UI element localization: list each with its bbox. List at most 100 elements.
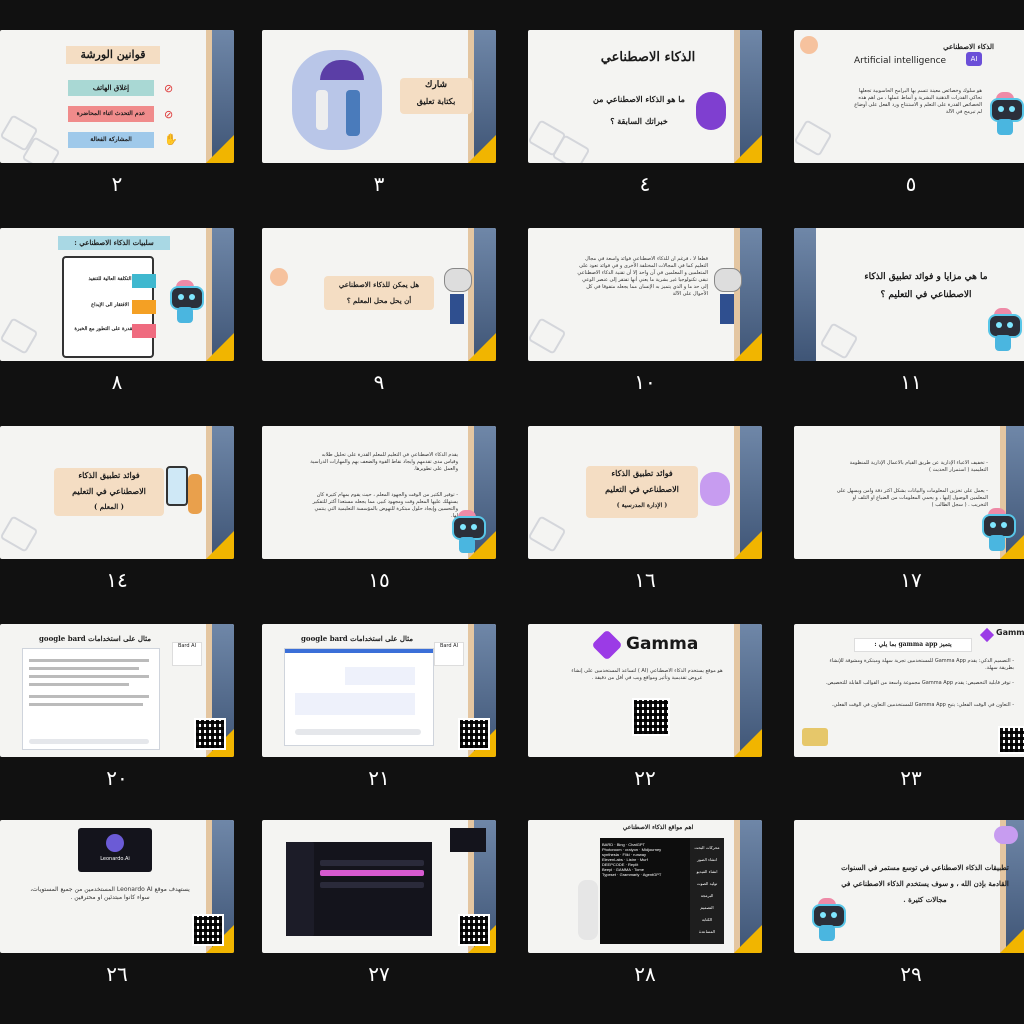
umbrella-icon — [320, 60, 364, 80]
bard-screenshot — [284, 648, 434, 746]
slide-canvas[interactable] — [262, 820, 496, 953]
slide-thumb-2[interactable]: قوانين الورشة إغلاق الهاتف عدم التحدث اث… — [0, 0, 234, 196]
slide-thumb-28[interactable]: اهم مواقع الذكاء الاصطناعي BARD · Bing ·… — [528, 790, 762, 986]
slide-thumb-11[interactable]: ما هي مزايا و فوائد تطبيق الذكاء الاصطنا… — [794, 198, 1024, 394]
rule-item: إغلاق الهاتف — [68, 80, 154, 96]
slide-canvas[interactable]: Gamma هو موقع يستخدم الذكاء الاصطناعي (A… — [528, 624, 762, 757]
qr-code[interactable] — [632, 698, 670, 736]
qr-code[interactable] — [998, 726, 1024, 754]
slide-body: - تخفيف الأعباء الإدارية عن طريق القيام … — [849, 460, 988, 473]
slide-canvas[interactable]: Gamma يتميز gamma app بما يلي : - التصمي… — [794, 624, 1024, 757]
slide-thumb-10[interactable]: قطعا لا ، فرغم أن للذكاء الاصطناعي فوائد… — [528, 198, 762, 394]
slide-canvas[interactable]: قطعا لا ، فرغم أن للذكاء الاصطناعي فوائد… — [528, 228, 762, 361]
slide-canvas[interactable]: Leonardo.Ai يستهدف موقع Leonardo AI المس… — [0, 820, 234, 953]
slide-canvas[interactable]: تطبيقات الذكاء الاصطناعي في توسع مستمر ف… — [794, 820, 1024, 953]
slide-title: الذكاء الاصطناعي — [943, 42, 994, 51]
slide-number: ٢٧ — [368, 962, 390, 986]
slide-sorter: قوانين الورشة إغلاق الهاتف عدم التحدث اث… — [0, 0, 1024, 1024]
slide-thumb-20[interactable]: مثال على استخدامات google bard Bard AI ٢… — [0, 594, 234, 790]
slide-number: ٢١ — [368, 766, 390, 790]
slide-thumb-26[interactable]: Leonardo.Ai يستهدف موقع Leonardo AI المس… — [0, 790, 234, 986]
robot-icon — [988, 92, 1024, 138]
robot-icon — [450, 510, 486, 556]
slide-body: هو سلوك وخصائص معينة تتسم بها البرامج ال… — [854, 88, 982, 115]
slide-title-line3: ( المعلم ) — [94, 502, 124, 511]
slide-thumb-22[interactable]: Gamma هو موقع يستخدم الذكاء الاصطناعي (A… — [528, 594, 762, 790]
slide-number: ٢٩ — [900, 962, 922, 986]
slide-thumb-3[interactable]: شارك بكتابة تعليق ٣ — [262, 0, 496, 196]
ai-bulb-icon — [696, 92, 726, 130]
slide-number: ١٥ — [368, 568, 390, 592]
slide-number: ١١ — [900, 370, 922, 394]
phone-icon — [166, 466, 188, 506]
qr-code[interactable] — [192, 914, 224, 946]
slide-thumb-27[interactable]: ٢٧ — [262, 790, 496, 986]
slide-canvas[interactable]: هل يمكن للذكاء الاصطناعي أن يحل محل المع… — [262, 228, 496, 361]
slide-number: ٢٣ — [900, 766, 922, 790]
slide-canvas[interactable]: الذكاء الاصطناعي ما هو الذكاء الاصطناعي … — [528, 30, 762, 163]
slide-subtitle: Artificial intelligence — [854, 56, 947, 66]
person-illustration — [188, 474, 202, 514]
qr-code[interactable] — [458, 914, 490, 946]
slide-title: ما هي مزايا و فوائد تطبيق الذكاء — [864, 272, 988, 282]
slide-title: فوائد تطبيق الذكاء — [611, 468, 673, 478]
slide-number: ٢٦ — [106, 962, 128, 986]
slide-body: قطعا لا ، فرغم أن للذكاء الاصطناعي فوائد… — [577, 256, 708, 297]
slide-body: هو موقع يستخدم الذكاء الاصطناعي (AI ) لت… — [571, 668, 723, 681]
slide-canvas[interactable]: فوائد تطبيق الذكاء الاصطناعي في التعليم … — [528, 426, 762, 559]
slide-canvas[interactable]: اهم مواقع الذكاء الاصطناعي BARD · Bing ·… — [528, 820, 762, 953]
slide-canvas[interactable]: مثال على استخدامات google bard Bard AI — [262, 624, 496, 757]
slide-canvas[interactable]: قوانين الورشة إغلاق الهاتف عدم التحدث اث… — [0, 30, 234, 163]
cartoon-illustration — [292, 50, 382, 150]
slide-title-line2: الاصطناعي في التعليم — [605, 484, 679, 494]
slide-canvas[interactable]: مثال على استخدامات google bard Bard AI — [0, 624, 234, 757]
slide-thumb-4[interactable]: الذكاء الاصطناعي ما هو الذكاء الاصطناعي … — [528, 0, 762, 196]
slide-question: خبراتك السابقة ؟ — [610, 116, 668, 126]
slide-canvas[interactable]: ما هي مزايا و فوائد تطبيق الذكاء الاصطنا… — [794, 228, 1024, 361]
slide-body-2: - توفير الكثير من الوقت والجهود المعلم ،… — [312, 492, 458, 519]
qr-code[interactable] — [194, 718, 226, 750]
robot-icon — [168, 280, 204, 326]
leonardo-brand: Leonardo.Ai — [100, 856, 130, 862]
slide-number: ٥ — [905, 172, 917, 196]
books-icon — [802, 728, 828, 746]
qr-code[interactable] — [458, 718, 490, 750]
gamma-logo-icon — [591, 629, 623, 661]
slide-thumb-8[interactable]: سلبيات الذكاء الاصطناعي : التكلفة العالي… — [0, 198, 234, 394]
slide-canvas[interactable]: الذكاء الاصطناعي Artificial intelligence… — [794, 30, 1024, 163]
slide-canvas[interactable]: شارك بكتابة تعليق — [262, 30, 496, 163]
robot-teacher-icon — [444, 268, 472, 348]
slide-thumb-23[interactable]: Gamma يتميز gamma app بما يلي : - التصمي… — [794, 594, 1024, 790]
slide-number: ١٧ — [900, 568, 922, 592]
slide-number: ٤ — [639, 172, 651, 196]
slide-title-line2: الاصطناعي في التعليم — [72, 486, 146, 496]
slide-thumb-17[interactable]: - تخفيف الأعباء الإدارية عن طريق القيام … — [794, 396, 1024, 592]
slide-canvas[interactable]: - تخفيف الأعباء الإدارية عن طريق القيام … — [794, 426, 1024, 559]
slide-question: ما هو الذكاء الاصطناعي من — [593, 94, 685, 104]
slide-number: ٢ — [111, 172, 123, 196]
slide-thumb-15[interactable]: يقدم الذكاء الاصطناعي في التعليم للمعلم … — [262, 396, 496, 592]
leonardo-thumbnail — [450, 828, 486, 852]
slide-canvas[interactable]: فوائد تطبيق الذكاء الاصطناعي في التعليم … — [0, 426, 234, 559]
leonardo-logo-icon — [106, 834, 124, 852]
slide-number: ٢٢ — [634, 766, 656, 790]
robot-icon — [986, 308, 1022, 354]
gamma-brand: Gamma — [626, 634, 699, 654]
slide-body: يقدم الذكاء الاصطناعي في التعليم للمعلم … — [310, 452, 458, 472]
robot-teacher-icon — [714, 268, 742, 348]
no-talking-icon: ⊘ — [164, 108, 174, 121]
slide-title-line2: الاصطناعي في التعليم ؟ — [880, 290, 972, 300]
bard-badge: Bard AI — [172, 642, 202, 666]
hand-icon: ✋ — [164, 133, 178, 146]
slide-thumb-16[interactable]: فوائد تطبيق الذكاء الاصطناعي في التعليم … — [528, 396, 762, 592]
slide-number: ٢٨ — [634, 962, 656, 986]
slide-thumb-14[interactable]: فوائد تطبيق الذكاء الاصطناعي في التعليم … — [0, 396, 234, 592]
slide-title: سلبيات الذكاء الاصطناعي : — [58, 236, 170, 250]
slide-thumb-29[interactable]: تطبيقات الذكاء الاصطناعي في توسع مستمر ف… — [794, 790, 1024, 986]
slide-thumb-5[interactable]: الذكاء الاصطناعي Artificial intelligence… — [794, 0, 1024, 196]
slide-canvas[interactable]: سلبيات الذكاء الاصطناعي : التكلفة العالي… — [0, 228, 234, 361]
slide-canvas[interactable]: يقدم الذكاء الاصطناعي في التعليم للمعلم … — [262, 426, 496, 559]
slide-thumb-9[interactable]: هل يمكن للذكاء الاصطناعي أن يحل محل المع… — [262, 198, 496, 394]
slide-thumb-21[interactable]: مثال على استخدامات google bard Bard AI ٢… — [262, 594, 496, 790]
slide-title: شارك — [424, 80, 448, 90]
